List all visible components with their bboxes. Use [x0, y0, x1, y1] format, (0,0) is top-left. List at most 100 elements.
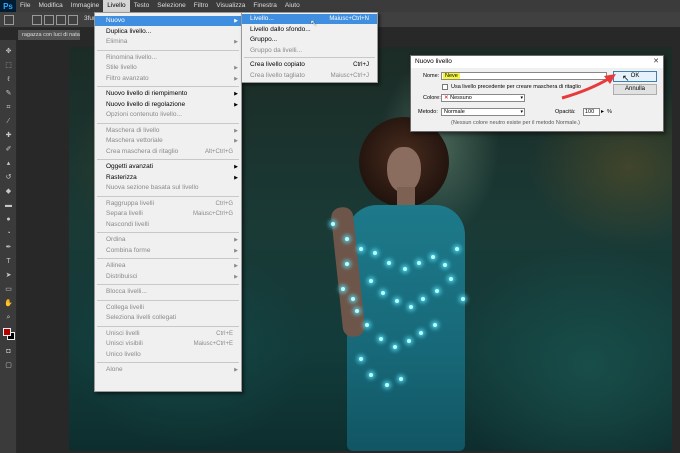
- livello-menu-item[interactable]: Separa livelli Maiusc+Ctrl+G: [95, 209, 241, 219]
- submenu-arrow-icon: ▶: [234, 75, 238, 82]
- menu-separator: [97, 49, 239, 51]
- fairy-light: [373, 251, 377, 255]
- zoom-tool-icon[interactable]: ⌕: [4, 314, 13, 322]
- livello-menu-item[interactable]: Filtro avanzato ▶: [95, 74, 241, 84]
- neutral-color-note: (Nessun colore neutro esiste per il meto…: [451, 120, 581, 126]
- livello-menu-item[interactable]: Unisci visibili Maiusc+Ctrl+E: [95, 339, 241, 349]
- fairy-light: [351, 297, 355, 301]
- intersect-selection-icon[interactable]: [68, 15, 78, 25]
- menu-finestra[interactable]: Finestra: [249, 0, 280, 12]
- crop-tool-icon[interactable]: ⌗: [4, 104, 13, 112]
- opacity-input[interactable]: 100: [583, 108, 600, 116]
- livello-menu-item[interactable]: Maschera di livello ▶: [95, 126, 241, 136]
- menu-immagine[interactable]: Immagine: [67, 0, 104, 12]
- document-tab[interactable]: ragazza con luci di natale.jpg: [18, 30, 80, 40]
- menu-item-label: Seleziona livelli collegati: [106, 314, 177, 321]
- fairy-light: [341, 287, 345, 291]
- subtract-selection-icon[interactable]: [56, 15, 66, 25]
- menu-file[interactable]: File: [16, 0, 34, 12]
- brush-tool-icon[interactable]: ✐: [4, 146, 13, 154]
- nuovo-submenu-item[interactable]: Crea livello copiato Ctrl+J: [242, 60, 377, 70]
- livello-menu-item[interactable]: Opzioni contenuto livello...: [95, 110, 241, 120]
- close-icon[interactable]: ✕: [653, 56, 659, 68]
- livello-menu-item[interactable]: Unico livello: [95, 350, 241, 360]
- eyedropper-tool-icon[interactable]: ⁄: [4, 118, 13, 126]
- livello-menu-item[interactable]: Nuovo ▶: [95, 16, 241, 26]
- menu-livello[interactable]: Livello: [103, 0, 130, 12]
- nuovo-submenu-item[interactable]: Gruppo...: [242, 35, 377, 45]
- nuovo-submenu-item[interactable]: Gruppo da livelli...: [242, 46, 377, 56]
- screen-mode-icon[interactable]: ▢: [4, 362, 13, 370]
- livello-menu-item[interactable]: Oggetti avanzati ▶: [95, 162, 241, 172]
- menu-item-label: Nuovo livello di riempimento: [106, 90, 188, 97]
- livello-menu-item[interactable]: Raggruppa livelli Ctrl+G: [95, 199, 241, 209]
- livello-menu-item[interactable]: Seleziona livelli collegati: [95, 313, 241, 323]
- hand-tool-icon[interactable]: ✋: [4, 300, 13, 308]
- livello-menu-item[interactable]: Alone ▶: [95, 365, 241, 375]
- menu-selezione[interactable]: Selezione: [153, 0, 190, 12]
- new-selection-icon[interactable]: [32, 15, 42, 25]
- fairy-light: [433, 323, 437, 327]
- menu-modifica[interactable]: Modifica: [34, 0, 66, 12]
- livello-menu-item[interactable]: Nuovo livello di riempimento ▶: [95, 89, 241, 99]
- livello-menu-item[interactable]: Distribuisci ▶: [95, 272, 241, 282]
- livello-menu-item[interactable]: Ordina ▶: [95, 235, 241, 245]
- opacity-stepper-icon[interactable]: ▸: [601, 108, 604, 115]
- clipping-mask-checkbox[interactable]: [442, 84, 448, 90]
- livello-menu-item[interactable]: Crea maschera di ritaglio Alt+Ctrl+G: [95, 147, 241, 157]
- livello-menu-item[interactable]: Duplica livello...: [95, 27, 241, 37]
- move-tool-icon[interactable]: ✥: [4, 48, 13, 56]
- quick-select-tool-icon[interactable]: ✎: [4, 90, 13, 98]
- livello-menu-item[interactable]: Stile livello ▶: [95, 63, 241, 73]
- livello-menu-item[interactable]: Nuova sezione basata sul livello: [95, 183, 241, 193]
- menu-item-shortcut: Ctrl+G: [215, 200, 233, 207]
- eraser-tool-icon[interactable]: ◆: [4, 188, 13, 196]
- tool-preset-icon[interactable]: [4, 15, 14, 25]
- menu-separator: [244, 57, 375, 58]
- menu-item-label: Crea maschera di ritaglio: [106, 147, 179, 155]
- colore-select[interactable]: ✕ Nessuno ▾: [441, 94, 525, 102]
- menu-item-shortcut: Maiusc+Ctrl+N: [329, 16, 369, 22]
- livello-menu-item[interactable]: Nascondi livelli: [95, 220, 241, 230]
- add-selection-icon[interactable]: [44, 15, 54, 25]
- menu-testo[interactable]: Testo: [130, 0, 154, 12]
- menu-item-label: Opzioni contenuto livello...: [106, 111, 182, 118]
- pen-tool-icon[interactable]: ✒: [4, 244, 13, 252]
- menu-filtro[interactable]: Filtro: [190, 0, 212, 12]
- nuovo-submenu-item[interactable]: Crea livello tagliato Maiusc+Ctrl+J: [242, 71, 377, 81]
- quick-mask-icon[interactable]: ◘: [4, 348, 13, 356]
- gradient-tool-icon[interactable]: ▬: [4, 202, 13, 210]
- metodo-select[interactable]: Normale ▾: [441, 108, 525, 116]
- livello-menu-item[interactable]: Elimina ▶: [95, 37, 241, 47]
- fairy-light: [387, 261, 391, 265]
- submenu-arrow-icon: ▶: [234, 263, 238, 269]
- livello-menu-item[interactable]: Allinea ▶: [95, 261, 241, 271]
- livello-menu-item[interactable]: Rasterizza ▶: [95, 173, 241, 183]
- stamp-tool-icon[interactable]: ▴: [4, 160, 13, 168]
- healing-tool-icon[interactable]: ✚: [4, 132, 13, 140]
- livello-menu-item[interactable]: Nuovo livello di regolazione ▶: [95, 100, 241, 110]
- blur-tool-icon[interactable]: ●: [4, 216, 13, 224]
- livello-menu-item[interactable]: Maschera vettoriale ▶: [95, 136, 241, 146]
- type-tool-icon[interactable]: T: [4, 258, 13, 266]
- livello-menu-item[interactable]: Blocca livelli...: [95, 287, 241, 297]
- path-select-tool-icon[interactable]: ➤: [4, 272, 13, 280]
- livello-menu-item[interactable]: Unisci livelli Ctrl+E: [95, 329, 241, 339]
- foreground-color-swatch[interactable]: [3, 328, 11, 336]
- shape-tool-icon[interactable]: ▭: [4, 286, 13, 294]
- fairy-light: [381, 291, 385, 295]
- livello-menu-item[interactable]: Rinomina livello...: [95, 53, 241, 63]
- menu-item-label: Nascondi livelli: [106, 220, 149, 228]
- menu-aiuto[interactable]: Aiuto: [281, 0, 304, 12]
- menu-item-label: Unisci livelli: [106, 329, 140, 337]
- metodo-label: Metodo:: [418, 109, 438, 115]
- history-brush-tool-icon[interactable]: ↺: [4, 174, 13, 182]
- menu-visualizza[interactable]: Visualizza: [212, 0, 249, 12]
- menu-item-label: Gruppo...: [250, 36, 278, 43]
- menu-item-label: Allinea: [106, 262, 126, 269]
- dodge-tool-icon[interactable]: ◔: [4, 230, 13, 238]
- livello-menu-item[interactable]: Combina forme ▶: [95, 246, 241, 256]
- lasso-tool-icon[interactable]: ℓ: [4, 76, 13, 84]
- marquee-tool-icon[interactable]: ⬚: [4, 62, 13, 70]
- livello-menu-item[interactable]: Collega livelli: [95, 303, 241, 313]
